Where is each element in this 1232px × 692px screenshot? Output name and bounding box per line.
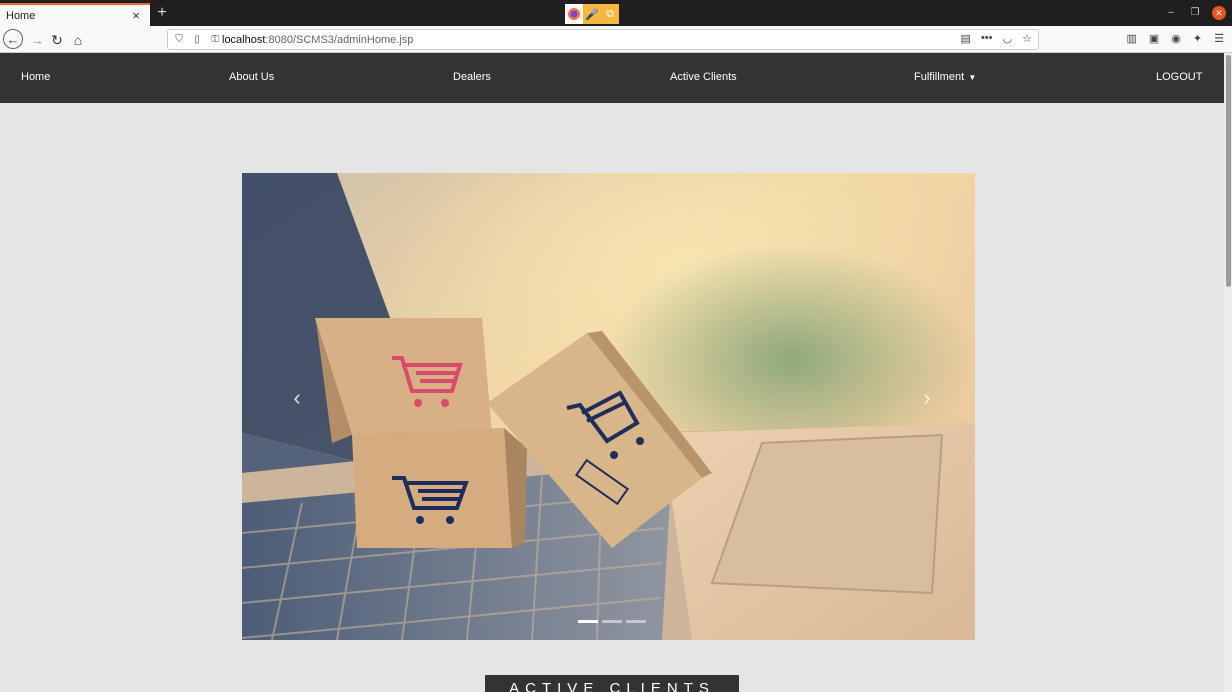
carousel-image [242,173,975,640]
nav-fulfillment-label: Fulfillment [914,71,965,83]
reload-icon[interactable]: ↻ [46,29,68,51]
hero-carousel[interactable]: ‹ › [242,173,975,640]
chevron-right-icon[interactable]: › [912,383,942,413]
menu-icon[interactable]: ☰ [1214,32,1224,45]
home-icon[interactable]: ⌂ [67,29,89,51]
maximize-icon[interactable]: ❐ [1188,6,1202,20]
minimize-icon[interactable]: – [1164,6,1178,20]
new-tab-button[interactable]: + [153,4,171,22]
library-icon[interactable]: ▥ [1126,32,1136,45]
account-icon[interactable]: ◉ [1171,32,1181,45]
firefox-icon[interactable] [565,4,583,24]
browser-toolbar: ← → ↻ ⌂ ⛉ ▯ ⚿ localhost:8080/SCMS3/admin… [0,26,1232,53]
url-text[interactable]: localhost:8080/SCMS3/adminHome.jsp [222,34,413,46]
scrollbar-thumb[interactable] [1226,55,1231,287]
page-info-icon[interactable]: ▯ [190,34,204,45]
page-scrollbar[interactable] [1224,53,1232,692]
active-clients-button[interactable]: ACTIVE CLIENTS [485,675,739,692]
sidebar-icon[interactable]: ▣ [1149,32,1159,45]
extension-strip: 🎤 ⧉ [565,4,619,24]
nav-active-clients[interactable]: Active Clients [670,71,737,83]
nav-fulfillment-dropdown[interactable]: Fulfillment ▼ [914,71,976,83]
toolbar-right: ▥ ▣ ◉ ✦ ☰ [1126,32,1224,45]
browser-tab-bar: Home × + 🎤 ⧉ – ❐ ✕ [0,0,1232,26]
window-controls: – ❐ ✕ [1164,6,1226,20]
browser-tab[interactable]: Home × [0,3,150,26]
url-bar[interactable]: ⛉ ▯ ⚿ localhost:8080/SCMS3/adminHome.jsp… [167,29,1039,50]
screen-share-icon[interactable]: ⧉ [601,4,619,24]
more-actions-icon[interactable]: ••• [981,32,993,45]
url-host: localhost [222,33,266,46]
chevron-left-icon[interactable]: ‹ [282,383,312,413]
key-icon[interactable]: ⚿ [208,34,222,45]
caret-down-icon: ▼ [966,73,977,82]
carousel-indicator[interactable] [602,620,622,623]
window-close-icon[interactable]: ✕ [1212,6,1226,20]
microphone-icon[interactable]: 🎤 [583,4,601,24]
reader-view-icon[interactable]: ▤ [961,32,971,45]
nav-home[interactable]: Home [21,71,50,83]
back-icon[interactable]: ← [3,29,23,49]
carousel-indicator[interactable] [626,620,646,623]
shield-icon[interactable]: ⛉ [172,34,186,45]
extensions-icon[interactable]: ✦ [1193,32,1202,45]
url-path: :8080/SCMS3/adminHome.jsp [265,33,414,46]
carousel-indicator[interactable] [578,620,598,623]
tab-title: Home [6,9,36,22]
tab-close-icon[interactable]: × [128,8,144,23]
site-navbar: Home About Us Dealers Active Clients Ful… [0,53,1224,103]
pocket-icon[interactable]: ◡ [1003,32,1013,45]
nav-logout[interactable]: LOGOUT [1156,71,1202,83]
carousel-indicators [578,620,646,623]
forward-icon[interactable]: → [26,29,48,51]
nav-about-us[interactable]: About Us [229,71,274,83]
nav-dealers[interactable]: Dealers [453,71,491,83]
bookmark-star-icon[interactable]: ☆ [1022,32,1032,45]
